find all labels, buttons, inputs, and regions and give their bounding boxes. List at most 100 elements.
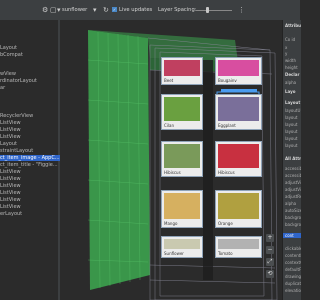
settings-gear-icon[interactable]: ⚙: [42, 6, 48, 14]
more-options-icon[interactable]: ⋮: [238, 6, 245, 14]
refresh-icon[interactable]: ↻: [103, 6, 109, 14]
overlay-icon[interactable]: ▢: [50, 6, 57, 14]
attr-row[interactable]: Co id: [285, 37, 295, 42]
component-tree: Layout bCompat wView rdinatorLayout ar Recycl…: [0, 20, 68, 300]
plant-name: Beet: [164, 78, 174, 83]
checkbox-checked-icon[interactable]: ✓: [112, 7, 117, 12]
reset-view-button[interactable]: ⟲: [266, 270, 274, 278]
zoom-out-button[interactable]: −: [266, 246, 274, 254]
attr-section-header[interactable]: Declar: [285, 72, 299, 77]
plant-image: [164, 193, 200, 219]
plant-card[interactable]: Mango: [161, 190, 203, 228]
tree-item[interactable]: ListView: [0, 204, 21, 210]
plant-card[interactable]: Hibiscus: [161, 141, 203, 177]
attr-row[interactable]: contextC: [285, 260, 301, 265]
tree-item[interactable]: rdinatorLayout: [0, 78, 37, 84]
plant-name: Hibiscus: [218, 170, 235, 175]
attr-row[interactable]: accessib: [285, 173, 301, 178]
device-name[interactable]: sunflower: [62, 7, 87, 13]
plant-card[interactable]: Hibiscus: [215, 141, 262, 177]
plant-name: Mango: [164, 221, 178, 226]
attr-row[interactable]: autoSize: [285, 208, 301, 213]
plant-card[interactable]: Tomato: [215, 236, 262, 258]
attr-row[interactable]: layout: [285, 122, 297, 127]
plant-card[interactable]: Beet: [161, 57, 203, 85]
tree-item[interactable]: ListView: [0, 169, 21, 175]
tree-item[interactable]: ListView: [0, 134, 21, 140]
live-updates-label: Live updates: [119, 7, 153, 13]
tree-item[interactable]: ListView: [0, 190, 21, 196]
attr-row[interactable]: layout: [285, 143, 297, 148]
attr-row[interactable]: clickable: [285, 246, 301, 251]
attr-section-header[interactable]: All Attr: [285, 156, 301, 161]
plant-card[interactable]: Orange: [215, 190, 262, 228]
attr-row[interactable]: backgrou: [285, 215, 301, 220]
tree-item[interactable]: ListView: [0, 197, 21, 203]
plant-image: [218, 60, 259, 76]
tree-item[interactable]: RecyclerView: [0, 113, 33, 119]
tree-item[interactable]: ct_item_title - "Figgie...: [0, 162, 58, 168]
attr-row[interactable]: layout: [285, 136, 297, 141]
zoom-in-button[interactable]: +: [266, 234, 274, 242]
layer-spacing-slider[interactable]: [196, 10, 232, 11]
attr-row[interactable]: adjustVi: [285, 180, 301, 185]
attr-row[interactable]: x: [285, 45, 287, 50]
tree-item[interactable]: wView: [0, 71, 16, 77]
device-dropdown-chevron-icon[interactable]: ▾: [93, 6, 97, 14]
plant-image: [164, 239, 200, 249]
plant-name: Orange: [218, 221, 233, 226]
plant-image: [164, 60, 200, 76]
attr-row[interactable]: adjustRe: [285, 194, 301, 199]
attr-row[interactable]: adjustVi: [285, 187, 301, 192]
attr-row[interactable]: height: [285, 65, 298, 70]
attr-row[interactable]: layout: [285, 115, 297, 120]
plant-name: Hibiscus: [164, 170, 181, 175]
plant-card[interactable]: Eggplant: [215, 94, 262, 130]
attr-row[interactable]: alpha: [285, 80, 296, 85]
attr-row[interactable]: alpha: [285, 201, 296, 206]
attributes-panel: Attribu Co id x y width height Declar alpha Layo…: [282, 20, 301, 300]
attr-section-header[interactable]: Layout: [285, 100, 300, 105]
attr-row[interactable]: defaultFo: [285, 267, 301, 272]
attr-row[interactable]: y: [285, 51, 287, 56]
attr-row[interactable]: cont: [283, 233, 301, 238]
plant-image: [164, 144, 200, 168]
live-updates-toggle[interactable]: ✓ Live updates: [112, 7, 152, 13]
tree-item[interactable]: bCompat: [0, 52, 23, 58]
tree-item[interactable]: ListView: [0, 120, 21, 126]
attr-row[interactable]: width: [285, 58, 296, 63]
tree-item-selected[interactable]: ct_item_image - AppC...: [0, 155, 68, 161]
tree-item[interactable]: ListView: [0, 183, 21, 189]
slider-thumb[interactable]: [206, 7, 209, 13]
attr-section-header[interactable]: Attribu: [285, 23, 301, 28]
plant-image: [218, 239, 259, 249]
attr-row[interactable]: duplicate: [285, 281, 301, 286]
plant-image: [218, 97, 259, 121]
attr-row[interactable]: accessib: [285, 166, 301, 171]
tree-item[interactable]: straintLayout: [0, 148, 33, 154]
tree-item[interactable]: ListView: [0, 176, 21, 182]
plant-name: Bougainv: [218, 78, 237, 83]
attr-section-header[interactable]: Layo: [285, 89, 295, 94]
plant-card[interactable]: Cilan: [161, 94, 203, 130]
plant-card[interactable]: Sunflower: [161, 236, 203, 258]
plant-card[interactable]: Bougainv: [215, 57, 262, 85]
device-picker-icon[interactable]: ▾: [57, 6, 61, 14]
fit-screen-button[interactable]: ⤢: [266, 258, 274, 266]
tree-item[interactable]: ListView: [0, 127, 21, 133]
attr-row[interactable]: elevation: [285, 288, 301, 293]
attr-row[interactable]: contentD: [285, 253, 301, 258]
attr-row[interactable]: backgrou: [285, 222, 301, 227]
toolbar: ⚙ ▢ ▾ sunflower ▾ ↻ ✓ Live updates Layer …: [0, 0, 300, 21]
plant-image: [164, 97, 200, 121]
tree-item[interactable]: Layout: [0, 45, 17, 51]
attr-row[interactable]: layout: [285, 129, 297, 134]
tree-item[interactable]: erLayout: [0, 211, 22, 217]
tree-item[interactable]: Layout: [0, 141, 17, 147]
layer-canvas[interactable]: + − ⤢ ⟲ Beet Bougainv Cilan Eggplant Hibiscu…: [60, 20, 282, 300]
attr-row[interactable]: drawing: [285, 274, 301, 279]
attr-row[interactable]: layoutU: [285, 108, 300, 113]
plant-name: Tomato: [218, 251, 233, 256]
plant-image: [218, 193, 259, 219]
tree-item[interactable]: ar: [0, 85, 5, 91]
